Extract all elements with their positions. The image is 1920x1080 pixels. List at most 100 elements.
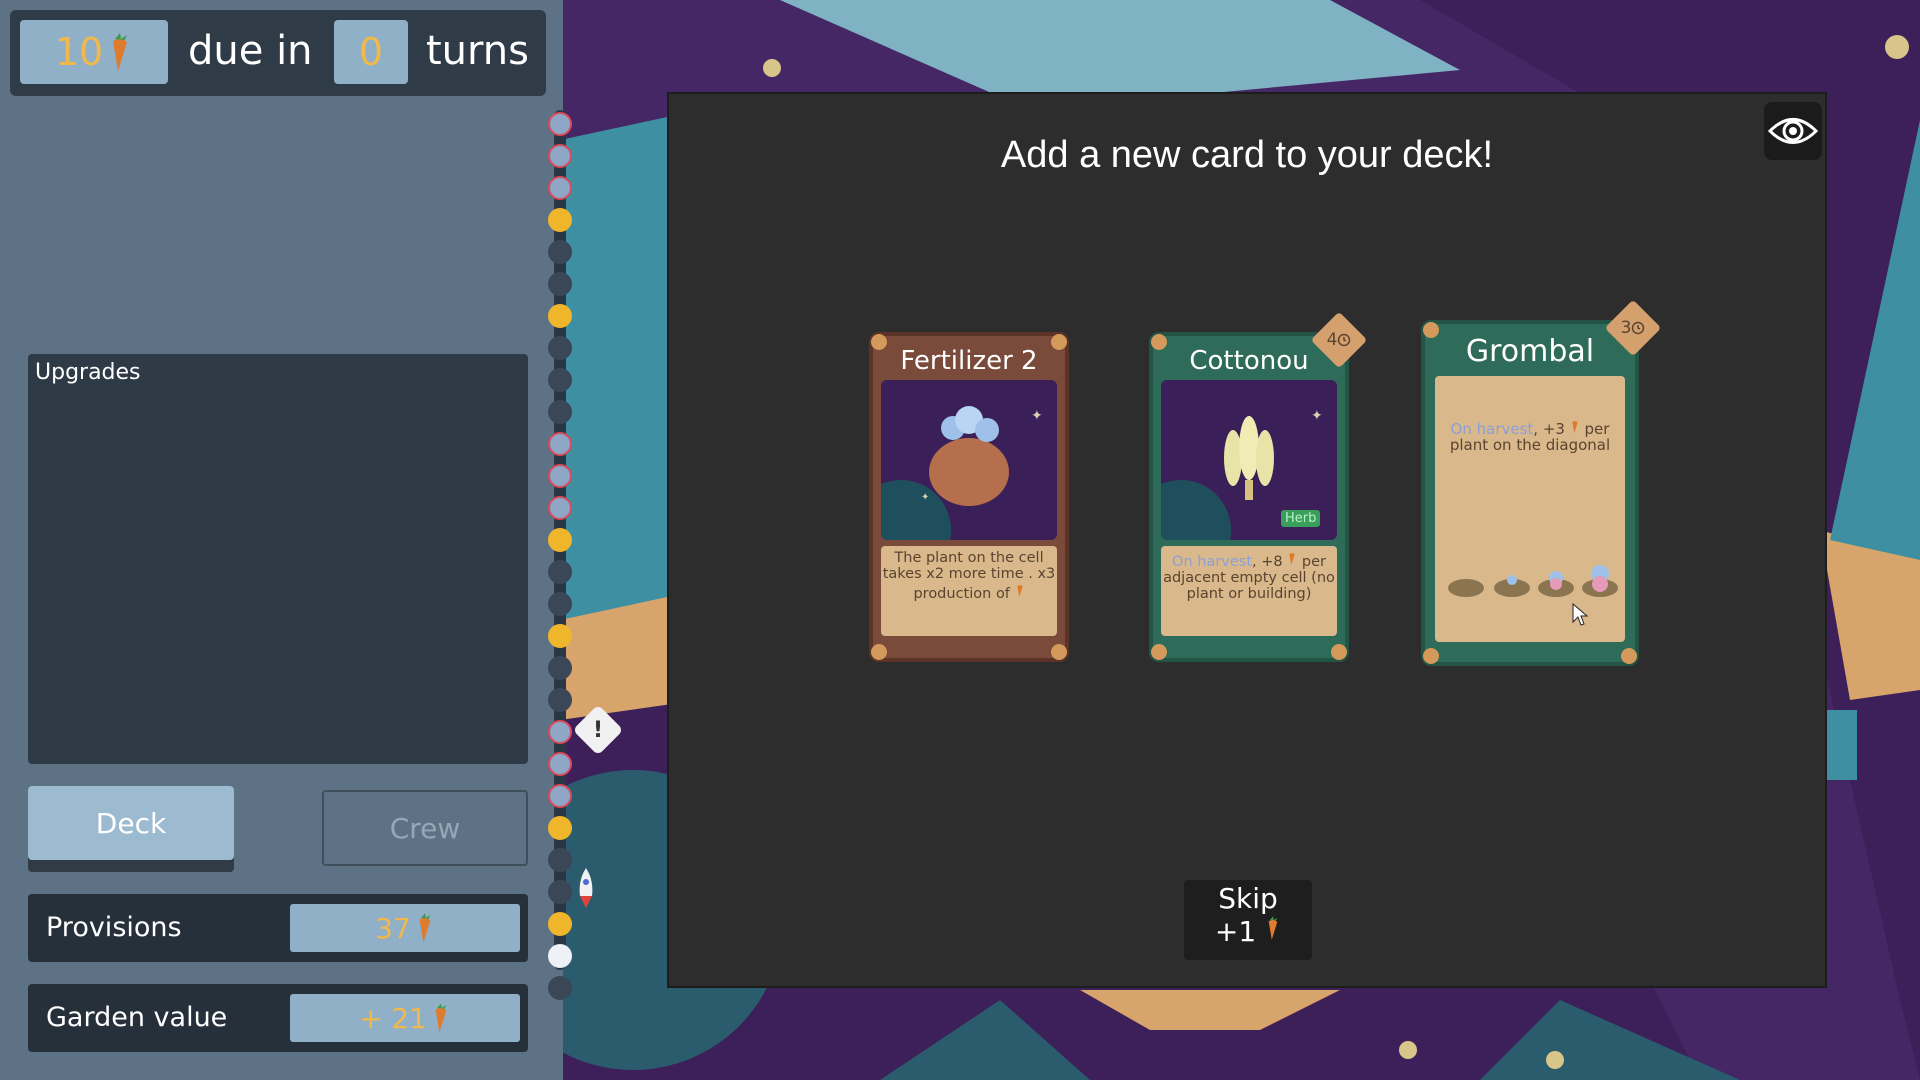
card-cottonou[interactable]: Cottonou ✦ Herb On harvest, +8 per adjac… xyxy=(1149,311,1368,662)
garden-value-label: Garden value xyxy=(46,1002,228,1033)
card-art: ✦ Herb xyxy=(1161,380,1337,540)
left-sidebar: 10 due in 0 turns Upgrades Deck Crew Pro… xyxy=(0,0,563,1080)
card-corner xyxy=(1423,322,1439,338)
due-turns-box: 0 xyxy=(334,20,408,84)
timeline-event-dot xyxy=(548,432,572,456)
card-name: Fertilizer 2 xyxy=(900,346,1038,376)
carrot-icon xyxy=(1289,553,1295,566)
svg-text:✦: ✦ xyxy=(921,492,929,503)
timeline-turn-dot xyxy=(548,240,572,264)
timeline-turn-dot xyxy=(548,944,572,968)
garden-value-box: + 21 xyxy=(290,994,520,1042)
carrot-icon xyxy=(1572,421,1578,434)
timeline-event-dot xyxy=(548,464,572,488)
garden-value: + 21 xyxy=(359,1001,427,1035)
timeline-turn-dot xyxy=(548,976,572,1000)
upgrades-panel: Upgrades xyxy=(28,354,528,764)
card-description: On harvest, +3 per plant on the diagonal xyxy=(1435,376,1625,642)
provisions-value: 37 xyxy=(375,911,411,945)
timeline-event-dot xyxy=(548,720,572,744)
card-corner xyxy=(1151,334,1167,350)
timeline-event-dot xyxy=(548,784,572,808)
card-desc-part: , +8 xyxy=(1252,554,1283,570)
upgrades-title: Upgrades xyxy=(35,360,141,385)
clock-icon xyxy=(1338,333,1351,347)
card-corner xyxy=(1051,644,1067,660)
payment-due-bar: 10 due in 0 turns xyxy=(10,10,546,96)
provisions-label: Provisions xyxy=(46,912,182,943)
eye-toggle-button[interactable] xyxy=(1764,102,1822,160)
provisions-value-box: 37 xyxy=(290,904,520,952)
timeline-payment-dot xyxy=(548,304,572,328)
card-corner xyxy=(1621,648,1637,664)
timeline-turn-dot xyxy=(548,336,572,360)
carrot-icon xyxy=(1268,916,1278,940)
add-card-modal: Add a new card to your deck! Fertilizer … xyxy=(667,92,1827,988)
timeline-payment-dot xyxy=(548,528,572,552)
skip-button[interactable]: Skip +1 xyxy=(1184,880,1312,960)
fertilizer-bag-icon: ✦ ✦ xyxy=(881,406,1043,540)
mouse-cursor-icon xyxy=(1572,602,1589,626)
card-name: Cottonou xyxy=(1189,346,1309,376)
card-art: ✦ ✦ xyxy=(881,380,1057,540)
eye-icon xyxy=(1767,118,1819,144)
carrot-icon xyxy=(435,1003,447,1033)
due-turns-value: 0 xyxy=(358,30,384,74)
timeline-event-dot xyxy=(548,496,572,520)
card-name: Grombal xyxy=(1465,334,1595,369)
timeline-payment-dot xyxy=(548,912,572,936)
card-desc-part: The plant on the cell takes x2 more time xyxy=(882,550,1044,582)
timeline-turn-dot xyxy=(548,880,572,904)
timeline-turn-dot xyxy=(548,592,572,616)
card-corner xyxy=(871,644,887,660)
card-corner xyxy=(871,334,887,350)
card-description: The plant on the cell takes x2 more time… xyxy=(881,546,1057,636)
rocket-icon xyxy=(579,868,593,908)
timeline-turn-dot xyxy=(548,400,572,424)
card-corner xyxy=(1331,644,1347,660)
timeline-turn-dot xyxy=(548,272,572,296)
card-corner xyxy=(1151,644,1167,660)
cost-badge-label: 4 xyxy=(1319,320,1359,360)
timeline-turn-dot xyxy=(548,560,572,584)
timeline-turn-dot xyxy=(548,368,572,392)
warning-marker-glyph: ! xyxy=(592,717,604,743)
card-description: On harvest, +8 per adjacent empty cell (… xyxy=(1161,546,1337,636)
timeline-turn-dot xyxy=(548,688,572,712)
carrot-icon xyxy=(419,913,431,943)
svg-text:✦: ✦ xyxy=(1311,408,1323,424)
clock-icon xyxy=(1632,321,1645,335)
timeline-event-dot xyxy=(548,144,572,168)
card-desc-part: On harvest xyxy=(1172,554,1253,570)
deck-button-label: Deck xyxy=(28,786,234,860)
modal-title: Add a new card to your deck! xyxy=(1000,134,1494,176)
carrot-icon xyxy=(113,33,128,71)
carrot-icon xyxy=(1016,585,1023,598)
timeline-event-dot xyxy=(548,752,572,776)
timeline-payment-dot xyxy=(548,624,572,648)
cost-badge-label: 3 xyxy=(1613,308,1653,348)
skip-label: Skip xyxy=(1218,882,1278,915)
deck-button[interactable]: Deck xyxy=(28,786,234,872)
timeline-event-dot xyxy=(548,176,572,200)
crew-button[interactable]: Crew xyxy=(322,790,528,866)
due-in-label: due in xyxy=(188,28,313,74)
card-corner xyxy=(1051,334,1067,350)
due-amount-value: 10 xyxy=(54,30,104,74)
card-grombal[interactable]: Grombal On harvest, +3 per plant on the … xyxy=(1421,299,1662,666)
garden-value-row: Garden value + 21 xyxy=(28,984,528,1052)
skip-reward: +1 xyxy=(1214,915,1257,948)
herb-tag: Herb xyxy=(1281,510,1321,527)
timeline-payment-dot xyxy=(548,816,572,840)
card-corner xyxy=(1423,648,1439,664)
timeline-turn-dot xyxy=(548,656,572,680)
turns-label: turns xyxy=(426,28,529,74)
growth-stages-icon xyxy=(1448,565,1618,597)
provisions-row: Provisions 37 xyxy=(28,894,528,962)
timeline-event-dot xyxy=(548,112,572,136)
timeline-payment-dot xyxy=(548,208,572,232)
timeline-turn-dot xyxy=(548,848,572,872)
due-amount: 10 xyxy=(20,20,168,84)
card-fertilizer-2[interactable]: Fertilizer 2 ✦ ✦ The plant on the cell t… xyxy=(869,332,1069,662)
svg-text:✦: ✦ xyxy=(1031,408,1043,424)
